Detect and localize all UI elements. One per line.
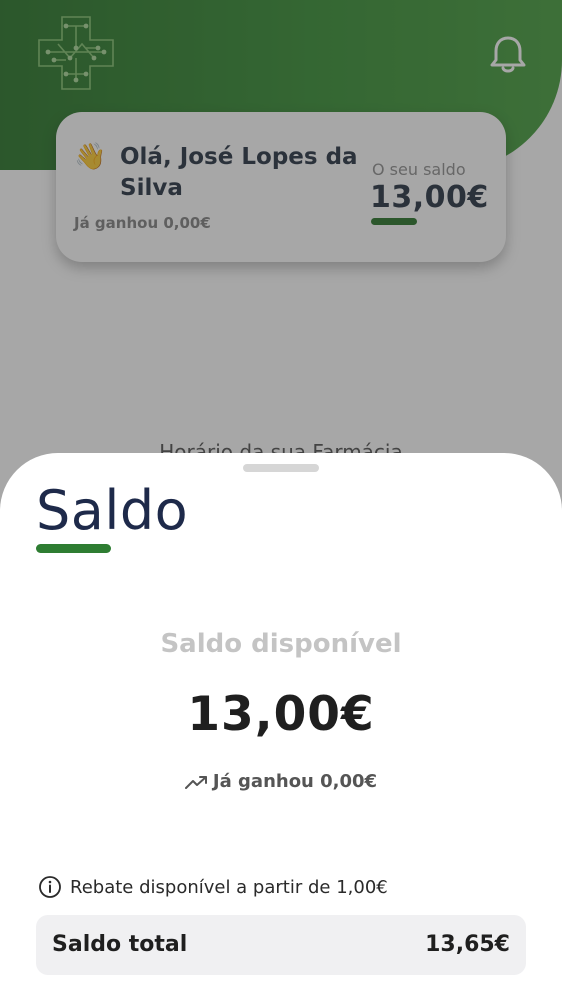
rebate-info-row: Rebate disponível a partir de 1,00€ <box>38 875 388 899</box>
total-balance-value: 13,65€ <box>425 932 510 957</box>
info-icon <box>39 876 61 898</box>
earned-text: Já ganhou 0,00€ <box>212 771 378 792</box>
sheet-title: Saldo <box>36 479 189 542</box>
total-balance-label: Saldo total <box>52 932 188 957</box>
trending-up-icon <box>184 775 207 789</box>
balance-bottom-sheet: Saldo Saldo disponível 13,00€ Já ganhou … <box>0 453 562 1000</box>
available-balance-value: 13,00€ <box>187 687 375 742</box>
title-underline <box>36 544 111 553</box>
earned-row: Já ganhou 0,00€ <box>0 771 562 792</box>
total-balance-row: Saldo total 13,65€ <box>36 915 526 975</box>
rebate-text: Rebate disponível a partir de 1,00€ <box>70 876 388 898</box>
sheet-drag-handle[interactable] <box>243 464 319 472</box>
available-balance-label: Saldo disponível <box>160 629 402 659</box>
